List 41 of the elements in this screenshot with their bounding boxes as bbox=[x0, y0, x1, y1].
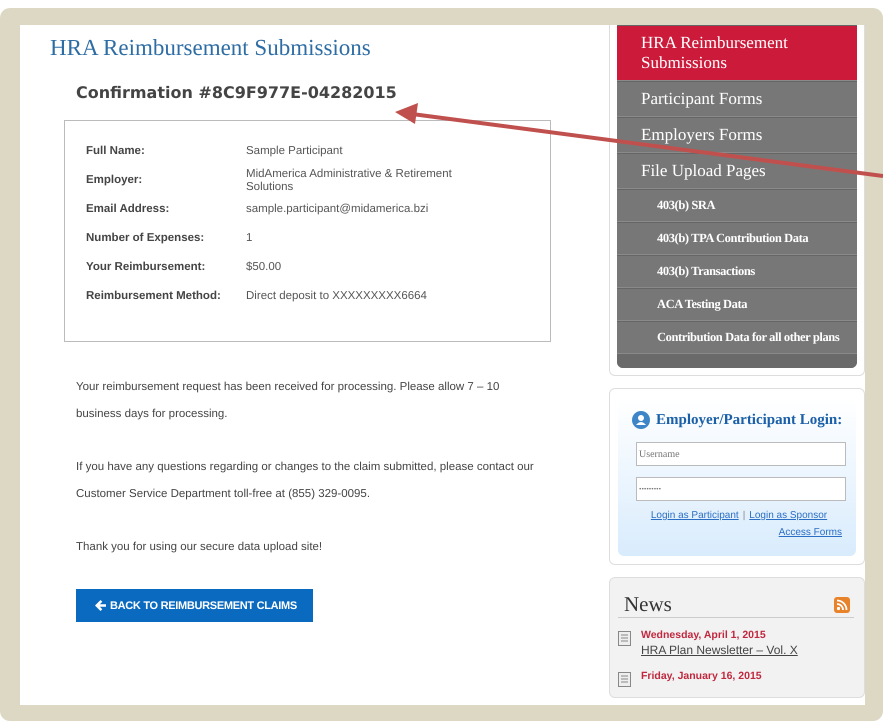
login-title: Employer/Participant Login: bbox=[656, 412, 842, 428]
detail-label: Reimbursement Method: bbox=[86, 290, 222, 303]
detail-label: Full Name: bbox=[86, 145, 146, 158]
user-icon bbox=[632, 411, 650, 429]
link-separator: | bbox=[742, 510, 746, 521]
nav-item[interactable]: 403(b) SRA bbox=[617, 189, 857, 222]
message-text: If you have any questions regarding or changes to the claim submitted, please contact our Customer Service Department toll-free at (855) 329-0095. bbox=[76, 460, 535, 502]
nav-item[interactable]: Participant Forms bbox=[617, 81, 857, 117]
news-link[interactable]: HRA Plan Newsletter – Vol. X bbox=[641, 643, 798, 657]
detail-value: 1 bbox=[246, 232, 254, 245]
message-text: Thank you for using our secure data upload site! bbox=[76, 540, 324, 555]
detail-label: Number of Expenses: bbox=[86, 232, 206, 245]
detail-label: Employer: bbox=[86, 174, 144, 187]
back-button[interactable]: BACK TO REIMBURSEMENT CLAIMS bbox=[76, 589, 313, 622]
rss-icon[interactable] bbox=[834, 596, 850, 612]
nav-item[interactable]: File Upload Pages bbox=[617, 153, 857, 189]
nav-item[interactable]: 403(b) Transactions bbox=[617, 255, 857, 288]
detail-label: Your Reimbursement: bbox=[86, 261, 206, 274]
nav-item[interactable]: HRA Reimbursement Submissions bbox=[617, 25, 857, 81]
detail-value: $50.00 bbox=[246, 261, 282, 274]
message-text: Your reimbursement request has been received for processing. Please allow 7 – 10 business days for processing. bbox=[76, 380, 500, 422]
detail-label: Email Address: bbox=[86, 203, 170, 216]
login-link[interactable]: Login as Sponsor bbox=[749, 510, 828, 521]
detail-value: MidAmerica Administrative & Retirement Solutions bbox=[246, 168, 453, 194]
login-link[interactable]: Login as Participant bbox=[650, 510, 739, 521]
nav-item[interactable]: ACA Testing Data bbox=[617, 288, 857, 321]
arrow-left-icon bbox=[94, 599, 107, 612]
nav-item[interactable]: 403(b) TPA Contribution Data bbox=[617, 222, 857, 255]
nav-item[interactable]: Employers Forms bbox=[617, 117, 857, 153]
news-date: Friday, January 16, 2015 bbox=[641, 670, 762, 682]
confirmation-number: Confirmation #8C9F977E-04282015 bbox=[76, 83, 398, 102]
news-title: News bbox=[624, 592, 672, 617]
detail-value: Direct deposit to XXXXXXXXX6664 bbox=[246, 290, 428, 303]
news-date: Wednesday, April 1, 2015 bbox=[641, 629, 767, 641]
detail-value: sample.participant@midamerica.bzi bbox=[246, 203, 430, 216]
access-forms-link[interactable]: Access Forms bbox=[778, 527, 842, 538]
page-title: HRA Reimbursement Submissions bbox=[50, 35, 372, 61]
username-field[interactable]: Username bbox=[636, 442, 846, 466]
document-icon bbox=[618, 631, 631, 646]
detail-value: Sample Participant bbox=[246, 145, 344, 158]
document-icon bbox=[618, 672, 631, 687]
